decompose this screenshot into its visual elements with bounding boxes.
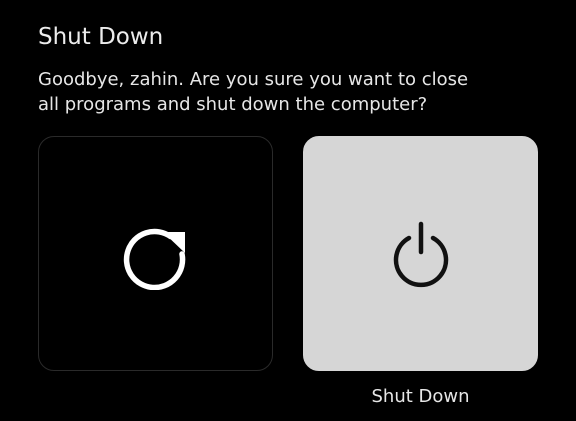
dialog-message-line-2: all programs and shut down the computer?	[38, 94, 428, 115]
restart-icon	[120, 218, 192, 290]
dialog-message: Goodbye, zahin. Are you sure you want to…	[38, 67, 538, 117]
dialog-message-line-1: Goodbye, zahin. Are you sure you want to…	[38, 69, 469, 90]
shutdown-button[interactable]	[303, 136, 538, 371]
restart-button[interactable]	[38, 136, 273, 371]
power-icon	[385, 218, 457, 290]
shutdown-dialog: Shut Down Goodbye, zahin. Are you sure y…	[0, 0, 576, 421]
shutdown-button-label: Shut Down	[371, 386, 470, 407]
dialog-title: Shut Down	[38, 24, 164, 50]
